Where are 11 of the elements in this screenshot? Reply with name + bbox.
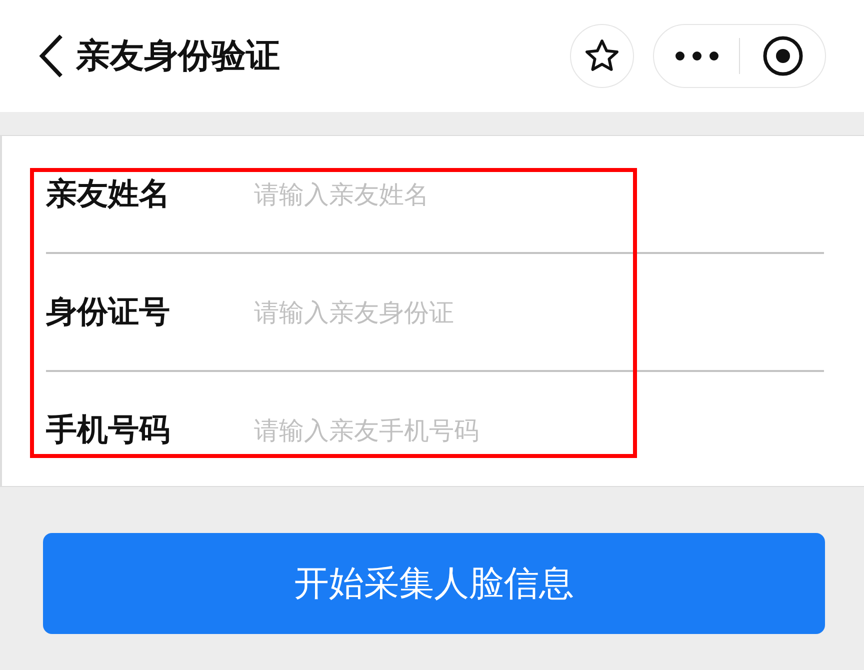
start-button[interactable]: 开始采集人脸信息 [43, 533, 825, 634]
target-icon [762, 35, 804, 77]
field-label: 手机号码 [46, 411, 171, 450]
page-title: 亲友身份验证 [76, 35, 281, 78]
input-field[interactable]: 请输入亲友身份证 [252, 296, 824, 328]
back-icon[interactable] [38, 34, 64, 78]
more-icon [674, 51, 718, 61]
field-label: 亲友姓名 [46, 175, 171, 214]
input-field[interactable]: 请输入亲友姓名 [252, 178, 824, 210]
field-label: 身份证号 [46, 293, 171, 332]
input-field[interactable]: 请输入亲友手机号码 [252, 414, 824, 446]
